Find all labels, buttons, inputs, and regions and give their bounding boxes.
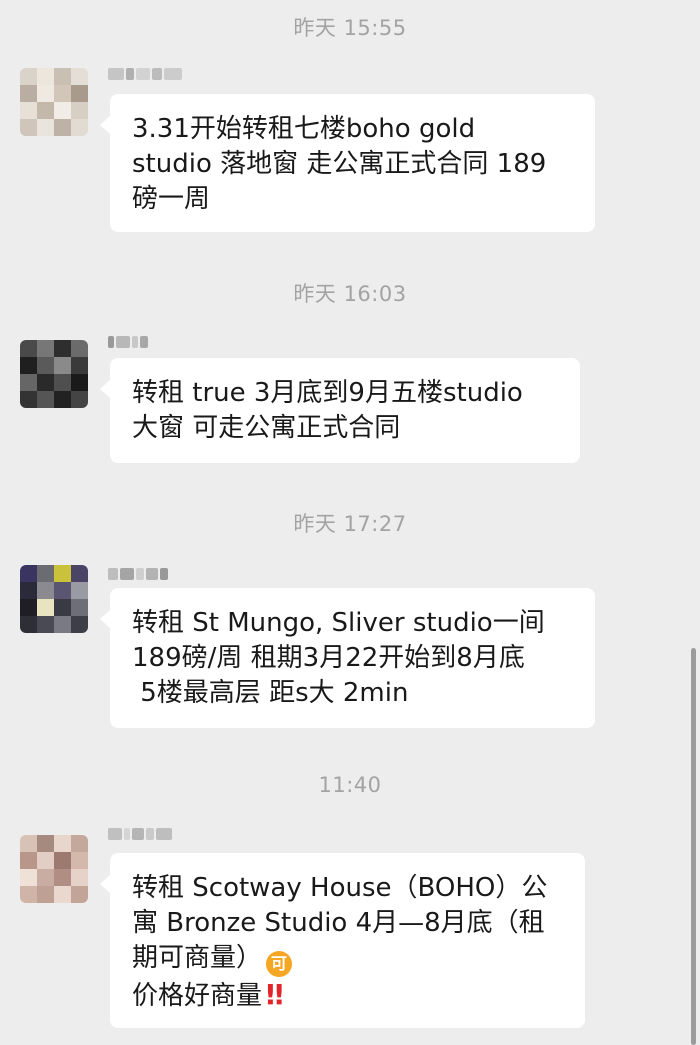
message-text: studio 落地窗 走公寓正式合同 189	[132, 149, 547, 179]
message-text: 价格好商量	[132, 980, 263, 1011]
chat-screen: 昨天 15:55 3.31开始转租七楼boho gold studio 落地窗 …	[0, 0, 700, 1045]
sender-name	[108, 66, 182, 82]
message-text: 寓 Bronze Studio 4月—8月底（租	[132, 908, 545, 938]
message-text: 转租 Scotway House（BOHO）公	[132, 873, 548, 903]
avatar[interactable]	[20, 835, 88, 903]
avatar[interactable]	[20, 68, 88, 136]
timestamp: 11:40	[318, 773, 382, 797]
message-text: 189磅/周 租期3月22开始到8月底	[132, 643, 525, 673]
avatar[interactable]	[20, 565, 88, 633]
sender-name	[108, 826, 172, 842]
message-text: 3.31开始转租七楼boho gold	[132, 114, 476, 144]
message-line: 期可商量）可	[132, 941, 563, 977]
message-bubble[interactable]: 转租 Scotway House（BOHO）公 寓 Bronze Studio …	[100, 853, 585, 1028]
message-text: 转租 true 3月底到9月五楼studio	[132, 378, 523, 408]
timestamp: 昨天 16:03	[293, 282, 407, 306]
timestamp: 昨天 15:55	[293, 16, 407, 40]
message-bubble[interactable]: 转租 St Mungo, Sliver studio一间 189磅/周 租期3月…	[100, 588, 595, 728]
message-text: 磅一周	[132, 184, 211, 214]
avatar[interactable]	[20, 340, 88, 408]
message-bubble[interactable]: 转租 true 3月底到9月五楼studio 大窗 可走公寓正式合同	[100, 358, 580, 463]
message-text: 期可商量）	[132, 943, 263, 973]
message-bubble[interactable]: 3.31开始转租七楼boho gold studio 落地窗 走公寓正式合同 1…	[100, 94, 595, 232]
sender-name	[108, 334, 148, 350]
double-exclamation-icon: ‼	[266, 977, 283, 1011]
message-text: 大窗 可走公寓正式合同	[132, 413, 401, 443]
sender-name	[108, 566, 168, 582]
message-line: 价格好商量 ‼	[132, 977, 563, 1014]
message-text: 5楼最高层 距s大 2min	[132, 678, 409, 708]
message-text: 转租 St Mungo, Sliver studio一间	[132, 608, 545, 638]
timestamp: 昨天 17:27	[293, 512, 407, 536]
ke-emoji-icon: 可	[266, 950, 293, 977]
scrollbar[interactable]	[691, 648, 696, 1045]
